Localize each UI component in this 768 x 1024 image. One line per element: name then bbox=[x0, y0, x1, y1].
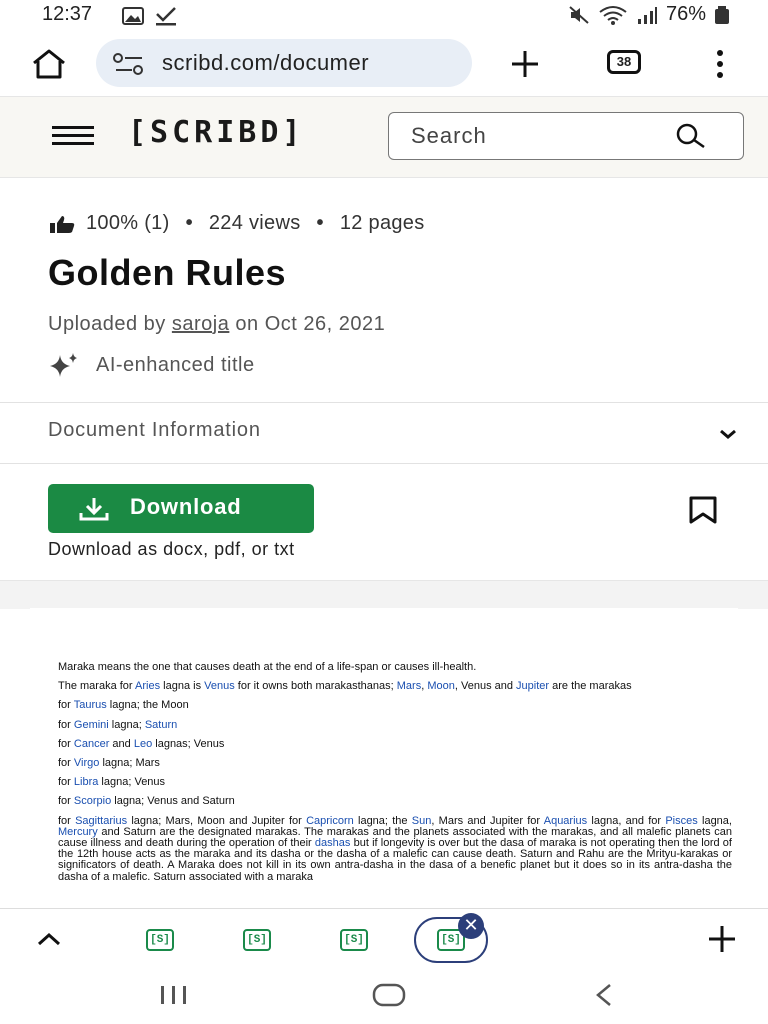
scribd-tab-icon[interactable]: [S] bbox=[243, 929, 271, 951]
scribd-tab-icon[interactable]: [S] bbox=[340, 929, 368, 951]
doc-link[interactable]: Leo bbox=[134, 738, 152, 750]
doc-paragraph: for Scorpio lagna; Venus and Saturn bbox=[58, 795, 235, 808]
doc-paragraph: The maraka for Aries lagna is Venus for … bbox=[58, 680, 632, 693]
document-title: Golden Rules bbox=[48, 252, 287, 293]
doc-link[interactable]: Saturn bbox=[145, 719, 177, 731]
status-bar: 12:37 76% bbox=[0, 0, 768, 30]
doc-link[interactable]: Aquarius bbox=[544, 815, 587, 827]
uploader-link[interactable]: saroja bbox=[172, 313, 229, 335]
doc-paragraph: for Taurus lagna; the Moon bbox=[58, 699, 189, 712]
doc-link[interactable]: Mars bbox=[397, 680, 421, 692]
download-note: Download as docx, pdf, or txt bbox=[48, 539, 295, 559]
hamburger-menu-icon[interactable] bbox=[52, 125, 94, 147]
doc-paragraph: for Cancer and Leo lagnas; Venus bbox=[58, 737, 225, 750]
download-icon bbox=[79, 498, 109, 521]
doc-link[interactable]: Libra bbox=[74, 776, 98, 788]
doc-paragraph: for Libra lagna; Venus bbox=[58, 776, 166, 789]
doc-stats: 100% (1) • 224 views • 12 pages bbox=[48, 212, 425, 235]
close-tab-icon[interactable]: ✕ bbox=[458, 913, 484, 939]
search-input[interactable] bbox=[409, 122, 673, 150]
back-nav-icon[interactable] bbox=[592, 982, 614, 1008]
uploaded-date: on Oct 26, 2021 bbox=[235, 313, 386, 335]
new-tab-icon[interactable] bbox=[509, 48, 541, 80]
scribd-logo[interactable]: [SCRIBD] bbox=[128, 115, 305, 150]
doc-link[interactable]: Aries bbox=[135, 680, 160, 692]
document-information-toggle[interactable]: Document Information bbox=[0, 403, 768, 463]
doc-link[interactable]: Venus bbox=[204, 680, 235, 692]
ai-enhanced-row: AI-enhanced title bbox=[48, 351, 255, 379]
battery-icon bbox=[715, 5, 729, 24]
browser-toolbar: scribd.com/documer 38 bbox=[0, 30, 768, 97]
doc-link[interactable]: Moon bbox=[427, 680, 455, 692]
site-header: [SCRIBD] bbox=[0, 97, 768, 178]
doc-link[interactable]: Gemini bbox=[74, 719, 109, 731]
doc-link[interactable]: Capricorn bbox=[306, 815, 354, 827]
recent-apps-icon[interactable] bbox=[158, 984, 190, 1006]
document-text: Maraka means the one that causes death a… bbox=[58, 661, 732, 891]
url-bar[interactable]: scribd.com/documer bbox=[96, 39, 472, 87]
status-time: 12:37 bbox=[42, 3, 93, 25]
download-label: Download bbox=[130, 494, 242, 519]
ai-label: AI-enhanced title bbox=[96, 353, 255, 376]
tab-count: 38 bbox=[616, 54, 632, 69]
more-menu-icon[interactable] bbox=[714, 48, 726, 80]
download-done-icon bbox=[156, 7, 176, 26]
views-text: 224 views bbox=[208, 212, 301, 234]
doc-link[interactable]: Cancer bbox=[74, 738, 109, 750]
content-separator bbox=[0, 580, 768, 609]
uploaded-info: Uploaded by saroja on Oct 26, 2021 bbox=[48, 313, 385, 336]
doc-link[interactable]: Taurus bbox=[74, 699, 107, 711]
separator-dot: • bbox=[316, 212, 324, 234]
chevron-down-icon[interactable] bbox=[718, 427, 738, 441]
browser-tab-bar: [S] [S] [S] [S] ✕ bbox=[0, 908, 768, 969]
signal-icon bbox=[637, 6, 657, 24]
tab-switcher-button[interactable]: 38 bbox=[607, 50, 641, 74]
uploaded-prefix: Uploaded by bbox=[48, 313, 166, 335]
bookmark-icon[interactable] bbox=[688, 496, 718, 524]
wifi-icon bbox=[599, 5, 627, 25]
mute-icon bbox=[569, 5, 589, 24]
rating-text: 100% (1) bbox=[86, 212, 170, 234]
search-icon[interactable] bbox=[669, 122, 709, 150]
sparkle-icon bbox=[50, 353, 77, 377]
system-nav-bar bbox=[0, 968, 768, 1024]
search-box[interactable] bbox=[388, 112, 744, 160]
doc-paragraph: for Gemini lagna; Saturn bbox=[58, 718, 178, 731]
doc-link[interactable]: Jupiter bbox=[516, 680, 549, 692]
doc-link[interactable]: Sun bbox=[412, 815, 432, 827]
add-tab-icon[interactable] bbox=[706, 923, 738, 955]
battery-percent: 76% bbox=[665, 3, 706, 25]
doc-link[interactable]: dashas bbox=[315, 837, 350, 849]
site-settings-icon[interactable] bbox=[112, 53, 146, 75]
document-preview: Maraka means the one that causes death a… bbox=[30, 608, 738, 908]
status-right: 76% bbox=[568, 3, 730, 26]
chevron-up-icon[interactable] bbox=[36, 931, 62, 947]
doc-info-label: Document Information bbox=[48, 419, 261, 441]
gallery-icon bbox=[122, 7, 144, 25]
separator-dot: • bbox=[185, 212, 193, 234]
doc-link[interactable]: Scorpio bbox=[74, 795, 111, 807]
home-nav-icon[interactable] bbox=[372, 983, 406, 1007]
home-icon[interactable] bbox=[30, 48, 68, 80]
doc-link[interactable]: Sagittarius bbox=[75, 815, 127, 827]
pages-text: 12 pages bbox=[339, 212, 425, 234]
thumbs-up-icon bbox=[50, 215, 75, 233]
doc-paragraph: Maraka means the one that causes death a… bbox=[58, 661, 477, 673]
doc-link[interactable]: Mercury bbox=[58, 826, 98, 838]
url-text[interactable]: scribd.com/documer bbox=[162, 50, 462, 76]
scribd-tab-icon[interactable]: [S] bbox=[146, 929, 174, 951]
divider bbox=[0, 463, 768, 464]
doc-link[interactable]: Virgo bbox=[74, 757, 99, 769]
doc-paragraph: for Virgo lagna; Mars bbox=[58, 757, 160, 770]
doc-link[interactable]: Pisces bbox=[665, 815, 697, 827]
download-button[interactable]: Download bbox=[48, 484, 314, 533]
doc-paragraph: for Sagittarius lagna; Mars, Moon and Ju… bbox=[58, 814, 732, 883]
